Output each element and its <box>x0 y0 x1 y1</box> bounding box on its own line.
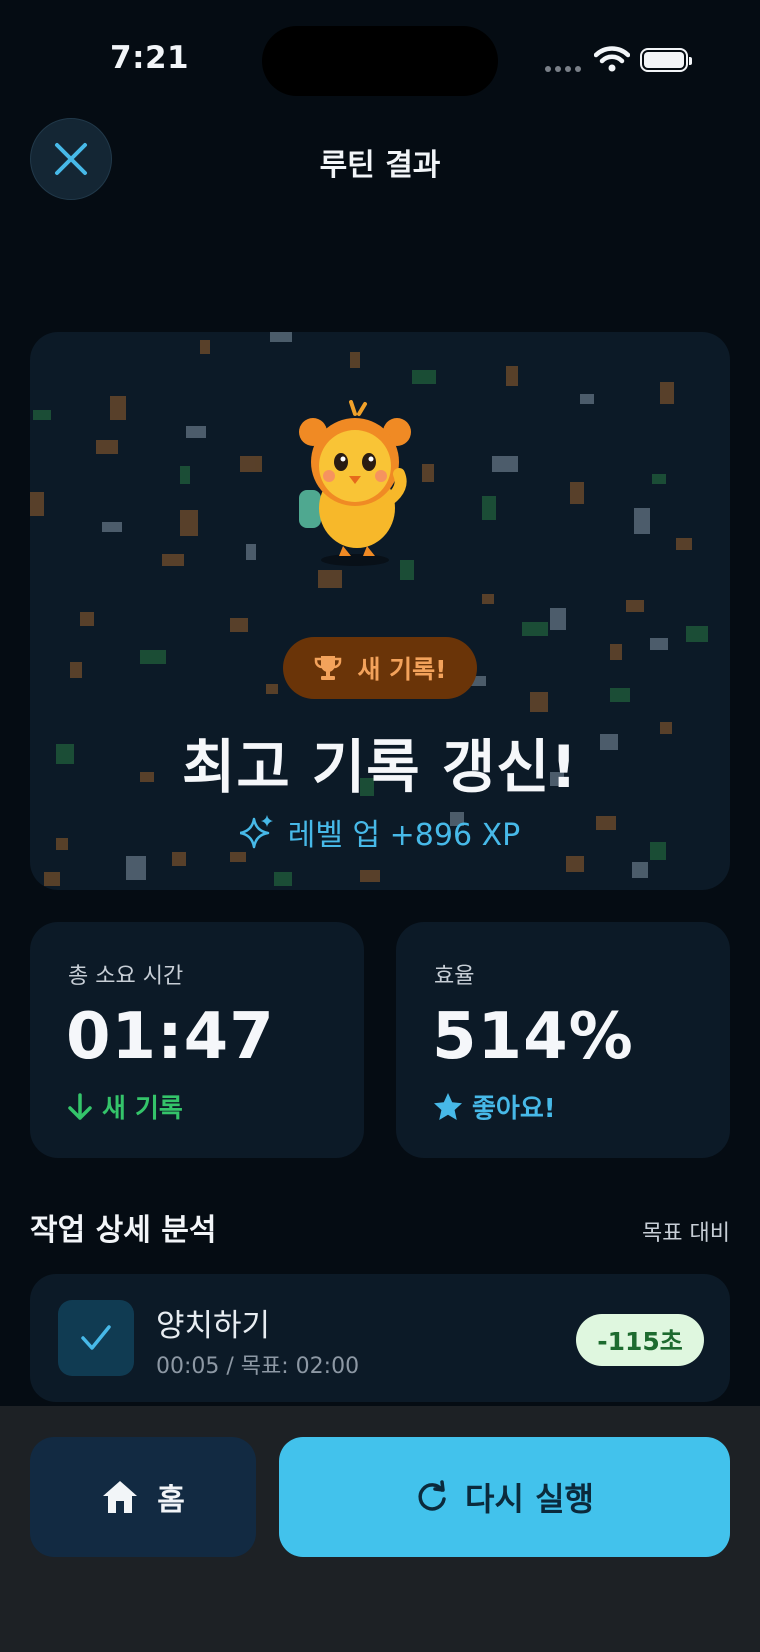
signal-icon <box>545 66 583 72</box>
trophy-icon <box>315 656 342 680</box>
efficiency-card: 효율 514% 좋아요! <box>396 922 730 1158</box>
analysis-title: 작업 상세 분석 <box>30 1213 217 1248</box>
efficiency-label: 효율 <box>434 964 475 989</box>
task-name: 양치하기 <box>156 1308 271 1344</box>
status-bar: 7:21 <box>0 0 760 110</box>
analysis-aside: 목표 대비 <box>642 1221 730 1246</box>
bottom-action-bar: 홈 다시 실행 <box>0 1406 760 1652</box>
hero-title: 최고 기록 갱신! <box>182 733 578 801</box>
star-icon <box>434 1092 462 1120</box>
header: 루틴 결과 <box>0 110 760 210</box>
home-button[interactable]: 홈 <box>30 1437 256 1557</box>
dynamic-island <box>262 26 498 96</box>
efficiency-value: 514% <box>432 1000 634 1074</box>
new-record-badge-label: 새 기록! <box>357 655 447 684</box>
efficiency-sub-text: 좋아요! <box>472 1094 556 1124</box>
battery-icon <box>640 48 692 72</box>
task-delta-badge: -115초 <box>576 1314 704 1366</box>
total-time-sub: 새 기록 <box>66 1088 183 1125</box>
total-time-sub-text: 새 기록 <box>102 1094 183 1124</box>
wifi-icon <box>594 46 630 72</box>
total-time-value: 01:47 <box>66 1000 275 1074</box>
task-row[interactable]: 양치하기 00:05 / 목표: 02:00 -115초 <box>30 1274 730 1402</box>
levelup-row: 레벨 업 +896 XP <box>30 810 730 854</box>
home-icon <box>103 1481 138 1513</box>
home-button-label: 홈 <box>157 1483 185 1518</box>
page-title: 루틴 결과 <box>319 148 441 183</box>
arrow-down-icon <box>68 1092 92 1120</box>
new-record-badge: 새 기록! <box>283 637 477 699</box>
sparkles-icon <box>239 815 273 849</box>
refresh-icon <box>418 1480 446 1511</box>
chick-mascot-icon <box>299 400 411 566</box>
task-checkbox <box>58 1300 134 1376</box>
result-hero-card: 새 기록! 최고 기록 갱신! 레벨 업 +896 XP <box>30 332 730 890</box>
efficiency-sub: 좋아요! <box>432 1088 556 1125</box>
total-time-label: 총 소요 시간 <box>68 964 184 989</box>
levelup-text: 레벨 업 +896 XP <box>287 818 521 853</box>
status-time: 7:21 <box>110 40 190 76</box>
check-icon <box>81 1325 111 1350</box>
retry-button[interactable]: 다시 실행 <box>279 1437 730 1557</box>
total-time-card: 총 소요 시간 01:47 새 기록 <box>30 922 364 1158</box>
task-time: 00:05 / 목표: 02:00 <box>156 1354 360 1379</box>
retry-button-label: 다시 실행 <box>465 1480 594 1518</box>
